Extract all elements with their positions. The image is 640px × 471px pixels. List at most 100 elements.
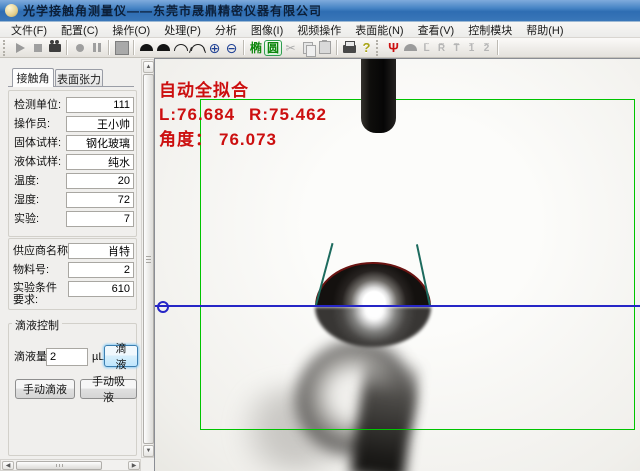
manual-suck-button[interactable]: 手动吸液 bbox=[80, 376, 137, 404]
drop-control-title: 滴液控制 bbox=[12, 317, 62, 333]
crosshair-circle-icon[interactable]: ⊕ bbox=[206, 39, 223, 56]
right-angle-value: R:75.462 bbox=[249, 105, 327, 124]
window-title: 光学接触角测量仪——东莞市晟鼎精密仪器有限公司 bbox=[23, 4, 323, 18]
angle-2-tool-icon[interactable]: ~2 bbox=[479, 40, 494, 54]
field-label: 固体试样: bbox=[14, 137, 62, 149]
angle-right-tool-icon[interactable]: ~ R bbox=[434, 40, 449, 54]
menu-config[interactable]: 配置(C) bbox=[54, 21, 105, 39]
panel-vertical-scrollbar[interactable]: ▲ ▼ bbox=[141, 59, 154, 458]
separator bbox=[336, 40, 339, 55]
menu-image[interactable]: 图像(I) bbox=[244, 21, 290, 39]
scrollbar-corner bbox=[141, 459, 154, 471]
grab-tool-icon[interactable]: Ψ bbox=[385, 39, 402, 56]
experiment-field[interactable] bbox=[66, 211, 134, 227]
tab-contact-angle[interactable]: 接触角 bbox=[12, 68, 54, 87]
mean-angle-text: 角度： 76.073 bbox=[159, 131, 277, 149]
menu-view[interactable]: 查看(V) bbox=[411, 21, 462, 39]
menu-control-module[interactable]: 控制模块 bbox=[461, 21, 519, 39]
paste-icon[interactable] bbox=[316, 39, 333, 56]
scroll-down-button[interactable]: ▼ bbox=[143, 445, 154, 457]
menu-operate[interactable]: 操作(O) bbox=[105, 21, 157, 39]
baseline[interactable] bbox=[155, 305, 640, 307]
field-label: 液体试样: bbox=[14, 156, 62, 168]
gray-dome-icon[interactable] bbox=[402, 39, 419, 56]
fit-method-text: 自动全拟合 bbox=[159, 81, 249, 100]
angle-top-tool-icon[interactable]: ~ T bbox=[449, 40, 464, 54]
menu-help[interactable]: 帮助(H) bbox=[519, 21, 570, 39]
angle-label: 角度： bbox=[159, 130, 213, 149]
field-label: 物料号: bbox=[13, 264, 50, 276]
menu-bar: 文件(F) 配置(C) 操作(O) 处理(P) 分析 图像(I) 视频操作 表面… bbox=[0, 22, 640, 38]
scroll-left-button[interactable]: ◀ bbox=[2, 461, 14, 470]
baseline-handle[interactable] bbox=[157, 301, 169, 313]
toolbar-grip bbox=[376, 39, 382, 56]
tab-surface-tension[interactable]: 表面张力 bbox=[55, 69, 103, 87]
copy-icon[interactable] bbox=[299, 39, 316, 57]
print-icon[interactable] bbox=[341, 39, 358, 56]
field-label: 实验条件要求: bbox=[13, 282, 57, 306]
material-no-field[interactable] bbox=[68, 262, 134, 278]
field-label: 检测单位: bbox=[14, 99, 62, 111]
camera-view: 自动全拟合 L:76.684 R:75.462 角度： 76.073 bbox=[154, 58, 640, 471]
toolbar-grip bbox=[3, 39, 9, 56]
drop-volume-unit: µL bbox=[92, 351, 105, 363]
contact-angle-filled-icon-2[interactable] bbox=[155, 39, 172, 56]
stop-button[interactable] bbox=[29, 39, 46, 56]
drop-button[interactable]: 滴液 bbox=[104, 343, 138, 371]
operator-field[interactable] bbox=[66, 116, 134, 132]
pause-button[interactable] bbox=[88, 39, 105, 56]
separator bbox=[243, 40, 245, 55]
ellipse-fit-button[interactable]: 椭 bbox=[248, 41, 264, 55]
scroll-thumb[interactable] bbox=[143, 74, 154, 444]
solid-sample-field[interactable] bbox=[66, 135, 134, 151]
settings-panel: 接触角 表面张力 检测单位: 操作员: 固体试样: 液体试样: 温度: 湿度: … bbox=[0, 58, 140, 459]
supplier-field[interactable] bbox=[68, 243, 134, 259]
camera-capture-button[interactable] bbox=[46, 39, 63, 56]
play-button[interactable] bbox=[12, 39, 29, 56]
contact-angle-filled-icon-1[interactable] bbox=[138, 39, 155, 56]
menu-video[interactable]: 视频操作 bbox=[290, 21, 348, 39]
contact-angle-outline-icon[interactable] bbox=[172, 39, 189, 56]
manual-drop-button[interactable]: 手动滴液 bbox=[15, 379, 75, 399]
lr-angle-text: L:76.684 R:75.462 bbox=[159, 106, 327, 124]
menu-surface-energy[interactable]: 表面能(N) bbox=[348, 21, 410, 39]
condition-field[interactable] bbox=[68, 281, 134, 297]
detection-unit-field[interactable] bbox=[66, 97, 134, 113]
right-arrow-icon: ▶ bbox=[131, 463, 137, 469]
app-icon bbox=[5, 4, 18, 17]
scroll-thumb[interactable] bbox=[16, 461, 102, 470]
angle-value: 76.073 bbox=[219, 130, 277, 149]
contact-angle-tangent-icon[interactable] bbox=[189, 39, 206, 56]
separator bbox=[66, 40, 68, 55]
toolbar: ⊕ ⊖ 椭 圆 ✂ ? Ψ ~ L ~ R ~ T ~1 ~2 bbox=[0, 38, 640, 58]
field-label: 实验: bbox=[14, 213, 40, 225]
menu-file[interactable]: 文件(F) bbox=[4, 21, 54, 39]
record-button[interactable] bbox=[71, 39, 88, 56]
title-bar: 光学接触角测量仪——东莞市晟鼎精密仪器有限公司 bbox=[0, 0, 640, 22]
humidity-field[interactable] bbox=[66, 192, 134, 208]
help-icon[interactable]: ? bbox=[358, 39, 375, 56]
cut-icon[interactable]: ✂ bbox=[282, 39, 299, 56]
frame-stop-button[interactable] bbox=[113, 39, 130, 56]
menu-analysis[interactable]: 分析 bbox=[208, 21, 244, 39]
liquid-sample-field[interactable] bbox=[66, 154, 134, 170]
field-label: 湿度: bbox=[14, 194, 40, 206]
scroll-up-button[interactable]: ▲ bbox=[143, 61, 154, 73]
angle-1-tool-icon[interactable]: ~1 bbox=[464, 40, 479, 54]
separator bbox=[108, 40, 110, 55]
app-window: 光学接触角测量仪——东莞市晟鼎精密仪器有限公司 文件(F) 配置(C) 操作(O… bbox=[0, 0, 640, 471]
panel-horizontal-scrollbar[interactable]: ◀ ▶ bbox=[0, 459, 141, 471]
thumb-grip bbox=[146, 259, 151, 260]
temperature-field[interactable] bbox=[66, 173, 134, 189]
left-arrow-icon: ◀ bbox=[5, 463, 11, 469]
circle-fit-button[interactable]: 圆 bbox=[264, 39, 283, 56]
drop-volume-field[interactable] bbox=[46, 348, 88, 366]
angle-left-tool-icon[interactable]: ~ L bbox=[419, 40, 434, 54]
down-arrow-icon: ▼ bbox=[145, 448, 152, 454]
scroll-right-button[interactable]: ▶ bbox=[128, 461, 140, 470]
left-angle-value: L:76.684 bbox=[159, 105, 236, 124]
baseline-circle-icon[interactable]: ⊖ bbox=[223, 39, 240, 56]
up-arrow-icon: ▲ bbox=[145, 64, 152, 70]
menu-process[interactable]: 处理(P) bbox=[157, 21, 208, 39]
separator bbox=[133, 40, 135, 55]
